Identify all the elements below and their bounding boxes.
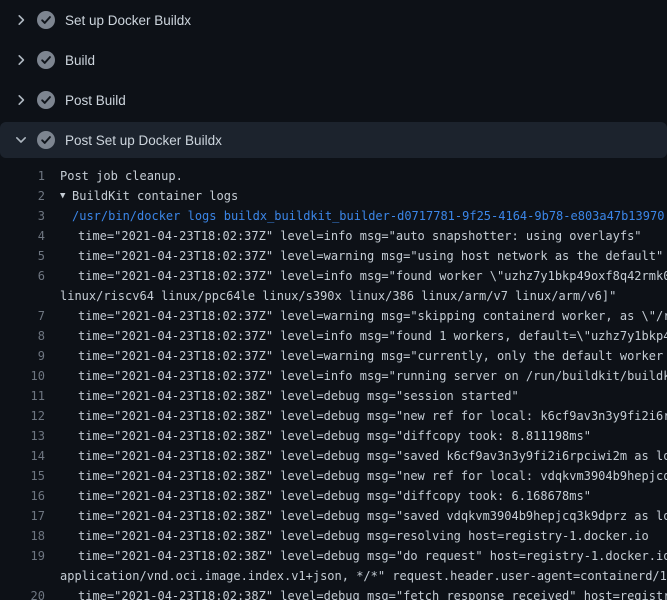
log-line: 12 time="2021-04-23T18:02:38Z" level=deb…	[0, 406, 667, 426]
check-circle-icon	[37, 131, 55, 149]
log-text: time="2021-04-23T18:02:37Z" level=warnin…	[45, 246, 663, 266]
step-label: Build	[65, 53, 95, 68]
line-number[interactable]: 1	[0, 166, 45, 186]
step-label: Post Set up Docker Buildx	[65, 133, 222, 148]
step-row-post-build[interactable]: Post Build	[0, 80, 667, 120]
line-number[interactable]: 20	[0, 586, 45, 600]
log-text: application/vnd.oci.image.index.v1+json,…	[0, 566, 667, 586]
chevron-right-icon	[13, 92, 29, 108]
log-line: 17 time="2021-04-23T18:02:38Z" level=deb…	[0, 506, 667, 526]
line-number[interactable]: 11	[0, 386, 45, 406]
steps-list: Set up Docker Buildx Build Post Build	[0, 0, 667, 160]
step-label: Post Build	[65, 93, 126, 108]
log-line-wrap-continuation: linux/riscv64 linux/ppc64le linux/s390x …	[0, 286, 667, 306]
log-text: time="2021-04-23T18:02:38Z" level=debug …	[45, 446, 667, 466]
log-line: 9 time="2021-04-23T18:02:37Z" level=warn…	[0, 346, 667, 366]
log-text: time="2021-04-23T18:02:38Z" level=debug …	[45, 526, 649, 546]
log-group-title[interactable]: BuildKit container logs	[72, 186, 238, 206]
log-line: 11 time="2021-04-23T18:02:38Z" level=deb…	[0, 386, 667, 406]
log-command-text: /usr/bin/docker logs buildx_buildkit_bui…	[45, 206, 664, 226]
log-pane[interactable]: 1 Post job cleanup. 2 ▼ BuildKit contain…	[0, 160, 667, 600]
log-line: 20 time="2021-04-23T18:02:38Z" level=deb…	[0, 586, 667, 600]
log-line: 7 time="2021-04-23T18:02:37Z" level=warn…	[0, 306, 667, 326]
log-text: time="2021-04-23T18:02:37Z" level=warnin…	[45, 306, 667, 326]
line-number[interactable]: 19	[0, 546, 45, 566]
step-row-post-set-up-docker-buildx[interactable]: Post Set up Docker Buildx	[0, 122, 667, 158]
log-text: Post job cleanup.	[45, 166, 183, 186]
log-text: time="2021-04-23T18:02:38Z" level=debug …	[45, 586, 667, 600]
line-number[interactable]: 14	[0, 446, 45, 466]
step-label: Set up Docker Buildx	[65, 13, 191, 28]
line-number[interactable]: 13	[0, 426, 45, 446]
log-text: time="2021-04-23T18:02:38Z" level=debug …	[45, 506, 667, 526]
log-line-group-header[interactable]: 2 ▼ BuildKit container logs	[0, 186, 667, 206]
check-circle-icon	[37, 51, 55, 69]
step-row-build[interactable]: Build	[0, 40, 667, 80]
log-line: 16 time="2021-04-23T18:02:38Z" level=deb…	[0, 486, 667, 506]
log-text: time="2021-04-23T18:02:38Z" level=debug …	[45, 406, 667, 426]
log-line-wrap-continuation: application/vnd.oci.image.index.v1+json,…	[0, 566, 667, 586]
log-line: 14 time="2021-04-23T18:02:38Z" level=deb…	[0, 446, 667, 466]
line-number[interactable]: 15	[0, 466, 45, 486]
log-line: 18 time="2021-04-23T18:02:38Z" level=deb…	[0, 526, 667, 546]
workflow-log-viewer: Set up Docker Buildx Build Post Build	[0, 0, 667, 600]
log-text: time="2021-04-23T18:02:38Z" level=debug …	[45, 386, 519, 406]
line-number[interactable]: 16	[0, 486, 45, 506]
log-line: 1 Post job cleanup.	[0, 166, 667, 186]
log-line: 10 time="2021-04-23T18:02:37Z" level=inf…	[0, 366, 667, 386]
log-text: time="2021-04-23T18:02:38Z" level=debug …	[45, 426, 591, 446]
log-text: linux/riscv64 linux/ppc64le linux/s390x …	[0, 286, 616, 306]
log-text: time="2021-04-23T18:02:37Z" level=warnin…	[45, 346, 667, 366]
log-text: time="2021-04-23T18:02:37Z" level=info m…	[45, 326, 667, 346]
line-number[interactable]: 6	[0, 266, 45, 286]
check-circle-icon	[37, 11, 55, 29]
line-number[interactable]: 7	[0, 306, 45, 326]
check-circle-icon	[37, 91, 55, 109]
log-text: time="2021-04-23T18:02:38Z" level=debug …	[45, 486, 591, 506]
line-number[interactable]: 8	[0, 326, 45, 346]
line-number[interactable]: 18	[0, 526, 45, 546]
step-row-set-up-docker-buildx[interactable]: Set up Docker Buildx	[0, 0, 667, 40]
chevron-right-icon	[13, 12, 29, 28]
line-number[interactable]: 5	[0, 246, 45, 266]
log-line: 6 time="2021-04-23T18:02:37Z" level=info…	[0, 266, 667, 286]
log-text: time="2021-04-23T18:02:38Z" level=debug …	[45, 466, 667, 486]
line-number[interactable]: 3	[0, 206, 45, 226]
log-text: time="2021-04-23T18:02:37Z" level=info m…	[45, 266, 667, 286]
line-number[interactable]: 4	[0, 226, 45, 246]
log-line: 15 time="2021-04-23T18:02:38Z" level=deb…	[0, 466, 667, 486]
chevron-down-icon	[13, 132, 29, 148]
log-line: 5 time="2021-04-23T18:02:37Z" level=warn…	[0, 246, 667, 266]
log-text: time="2021-04-23T18:02:37Z" level=info m…	[45, 226, 642, 246]
log-line: 8 time="2021-04-23T18:02:37Z" level=info…	[0, 326, 667, 346]
line-number[interactable]: 12	[0, 406, 45, 426]
log-line: 13 time="2021-04-23T18:02:38Z" level=deb…	[0, 426, 667, 446]
chevron-right-icon	[13, 52, 29, 68]
line-number[interactable]: 9	[0, 346, 45, 366]
log-line: 4 time="2021-04-23T18:02:37Z" level=info…	[0, 226, 667, 246]
log-line: 19 time="2021-04-23T18:02:38Z" level=deb…	[0, 546, 667, 566]
line-number[interactable]: 2	[0, 186, 45, 206]
log-text: time="2021-04-23T18:02:38Z" level=debug …	[45, 546, 667, 566]
log-text: time="2021-04-23T18:02:37Z" level=info m…	[45, 366, 667, 386]
group-toggle-icon[interactable]: ▼	[45, 186, 72, 206]
line-number[interactable]: 10	[0, 366, 45, 386]
line-number[interactable]: 17	[0, 506, 45, 526]
log-line-command: 3 /usr/bin/docker logs buildx_buildkit_b…	[0, 206, 667, 226]
